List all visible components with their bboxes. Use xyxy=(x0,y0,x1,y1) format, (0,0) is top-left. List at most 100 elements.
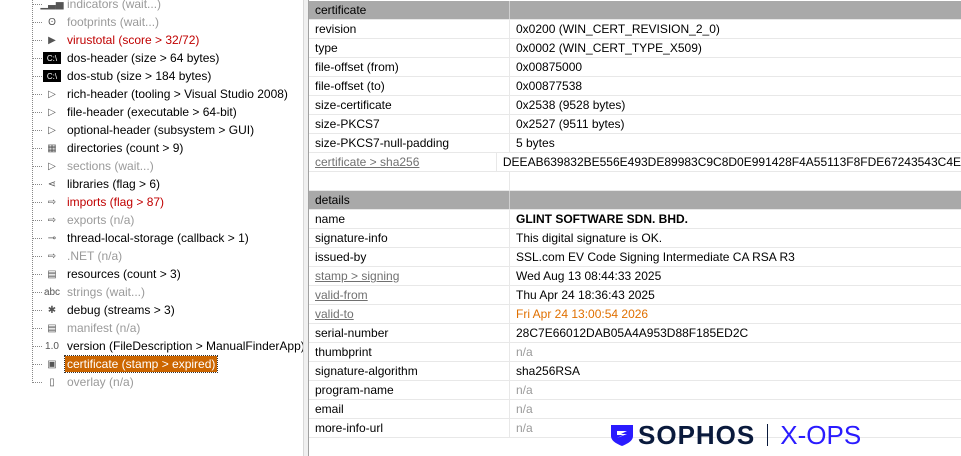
tree-item-label: dos-header (size > 64 bytes) xyxy=(67,51,220,65)
property-value: 0x00877538 xyxy=(516,79,583,93)
section-header-row[interactable]: certificate xyxy=(309,1,961,20)
import-icon: ⇨ xyxy=(47,196,57,208)
table-row[interactable]: valid-from Thu Apr 24 18:36:43 2025 xyxy=(309,286,961,305)
bar-chart-icon: ▁▃▅ xyxy=(40,0,64,10)
tree-connector xyxy=(32,111,42,113)
tree-item[interactable]: ▁▃▅ indicators (wait...) xyxy=(32,0,163,13)
tree-item[interactable]: ▷ file-header (executable > 64-bit) xyxy=(32,103,239,121)
property-name: revision xyxy=(309,20,510,38)
tree-item-label: manifest (n/a) xyxy=(67,321,141,335)
tree-connector xyxy=(32,237,42,239)
tree-item[interactable]: ⊸ thread-local-storage (callback > 1) xyxy=(32,229,251,247)
table-row[interactable]: serial-number 28C7E66012DAB05A4A953D88F18… xyxy=(309,324,961,343)
tree-connector xyxy=(32,57,42,59)
property-name[interactable]: certificate > sha256 xyxy=(309,153,497,171)
tree-item-label: debug (streams > 3) xyxy=(67,303,175,317)
table-row[interactable]: size-PKCS7-null-padding 5 bytes xyxy=(309,134,961,153)
property-value: 28C7E66012DAB05A4A953D88F185ED2C xyxy=(516,326,749,340)
tree-connector xyxy=(32,129,42,131)
tree-item-label: strings (wait...) xyxy=(67,285,146,299)
tree-item[interactable]: ▷ rich-header (tooling > Visual Studio 20… xyxy=(32,85,290,103)
table-row[interactable]: issued-by SSL.com EV Code Signing Interme… xyxy=(309,248,961,267)
export-icon: ⇨ xyxy=(47,250,57,262)
tree-connector xyxy=(32,291,42,293)
table-row[interactable]: stamp > signing Wed Aug 13 08:44:33 2025 xyxy=(309,267,961,286)
tree-connector xyxy=(32,363,42,365)
property-name: size-PKCS7 xyxy=(309,115,510,133)
tree-item[interactable]: ʘ footprints (wait...) xyxy=(32,13,161,31)
property-value: n/a xyxy=(516,402,533,416)
table-row[interactable]: size-certificate 0x2538 (9528 bytes) xyxy=(309,96,961,115)
section-header: details xyxy=(309,191,510,209)
tree-connector xyxy=(32,327,42,329)
table-row[interactable]: certificate > sha256 DEEAB639832BE556E493… xyxy=(309,153,961,172)
table-row[interactable]: type 0x0002 (WIN_CERT_TYPE_X509) xyxy=(309,39,961,58)
table-row[interactable]: email n/a xyxy=(309,400,961,419)
table-row[interactable]: file-offset (to) 0x00877538 xyxy=(309,77,961,96)
property-value: n/a xyxy=(516,421,533,435)
table-row[interactable]: name GLINT SOFTWARE SDN. BHD. xyxy=(309,210,961,229)
property-value: 5 bytes xyxy=(516,136,555,150)
tree-connector xyxy=(32,219,42,221)
tree-connector xyxy=(32,165,42,167)
property-name[interactable]: valid-to xyxy=(309,305,510,323)
tree-item-label: version (FileDescription > ManualFinderA… xyxy=(67,339,303,353)
tree-connector xyxy=(32,21,42,23)
tree-item[interactable]: ▷ sections (wait...) xyxy=(32,157,156,175)
tree-item[interactable]: abc strings (wait...) xyxy=(32,283,147,301)
tree-item-label: thread-local-storage (callback > 1) xyxy=(67,231,249,245)
tree-connector xyxy=(32,39,42,41)
property-value: SSL.com EV Code Signing Intermediate CA … xyxy=(516,250,795,264)
property-value: Fri Apr 24 13:00:54 2026 xyxy=(516,307,649,321)
property-value: DEEAB639832BE556E493DE89983C9C8D0E991428… xyxy=(502,155,961,169)
table-row[interactable]: revision 0x0200 (WIN_CERT_REVISION_2_0) xyxy=(309,20,961,39)
bug-icon: ✱ xyxy=(47,304,57,316)
tree-item[interactable]: ⇨ exports (n/a) xyxy=(32,211,136,229)
tree-connector xyxy=(32,93,42,95)
tree-item-label: exports (n/a) xyxy=(67,213,135,227)
tree-item[interactable]: ▣ certificate (stamp > expired) xyxy=(32,355,219,373)
table-row[interactable]: file-offset (from) 0x00875000 xyxy=(309,58,961,77)
tree-item[interactable]: C:\ dos-header (size > 64 bytes) xyxy=(32,49,221,67)
property-name: name xyxy=(309,210,510,228)
property-name: signature-info xyxy=(309,229,510,247)
section-header-row[interactable]: details xyxy=(309,191,961,210)
tree-item[interactable]: ▷ optional-header (subsystem > GUI) xyxy=(32,121,256,139)
tree-item[interactable]: 1.0 version (FileDescription > ManualFind… xyxy=(32,337,303,355)
property-value: GLINT SOFTWARE SDN. BHD. xyxy=(516,212,688,226)
tree-item[interactable]: ▤ manifest (n/a) xyxy=(32,319,142,337)
property-name[interactable]: valid-from xyxy=(309,286,510,304)
table-row[interactable]: program-name n/a xyxy=(309,381,961,400)
logo-product: X-OPS xyxy=(780,419,862,450)
table-row[interactable]: size-PKCS7 0x2527 (9511 bytes) xyxy=(309,115,961,134)
table-row[interactable]: thumbprint n/a xyxy=(309,343,961,362)
table-row[interactable]: valid-to Fri Apr 24 13:00:54 2026 xyxy=(309,305,961,324)
property-value: n/a xyxy=(516,383,533,397)
tree-connector xyxy=(32,201,42,203)
console-icon: C:\ xyxy=(43,52,61,64)
property-name: size-certificate xyxy=(309,96,510,114)
tree-item[interactable]: ⇨ .NET (n/a) xyxy=(32,247,124,265)
tree-item[interactable]: ▤ resources (count > 3) xyxy=(32,265,183,283)
tree-item-label: resources (count > 3) xyxy=(67,267,181,281)
tree-item[interactable]: ▶ virustotal (score > 32/72) xyxy=(32,31,201,49)
property-name[interactable]: stamp > signing xyxy=(309,267,510,285)
tree-item[interactable]: ▯ overlay (n/a) xyxy=(32,373,136,391)
blank-row[interactable] xyxy=(309,172,961,191)
property-name: program-name xyxy=(309,381,510,399)
tree-item[interactable]: ⋖ libraries (flag > 6) xyxy=(32,175,162,193)
triangle-icon: ▷ xyxy=(48,106,56,118)
triangle-icon: ▷ xyxy=(48,160,56,172)
tree-connector xyxy=(32,273,42,275)
sophos-logo: SOPHOS X-OPS xyxy=(610,420,861,450)
property-name: type xyxy=(309,39,510,57)
tree-item[interactable]: ▦ directories (count > 9) xyxy=(32,139,185,157)
tree-item[interactable]: C:\ dos-stub (size > 184 bytes) xyxy=(32,67,213,85)
property-value: Wed Aug 13 08:44:33 2025 xyxy=(516,269,662,283)
table-row[interactable]: signature-info This digital signature is … xyxy=(309,229,961,248)
logo-brand: SOPHOS xyxy=(638,419,756,450)
tree-item[interactable]: ⇨ imports (flag > 87) xyxy=(32,193,166,211)
table-row[interactable]: signature-algorithm sha256RSA xyxy=(309,362,961,381)
resources-icon: ▤ xyxy=(47,268,57,280)
tree-item[interactable]: ✱ debug (streams > 3) xyxy=(32,301,177,319)
